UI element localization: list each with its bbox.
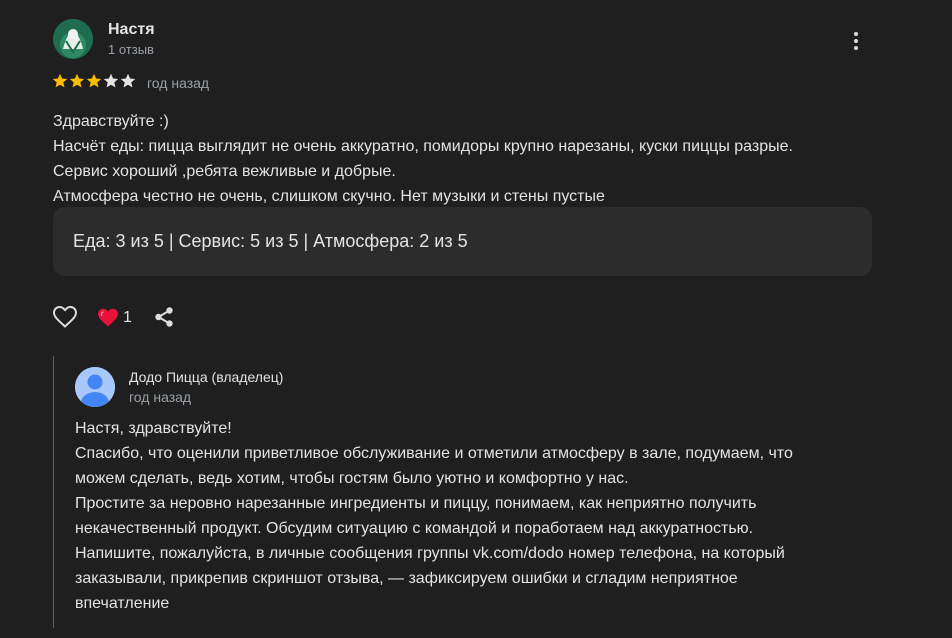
review-text-line: Сервис хороший ,ребята вежливые и добрые… bbox=[53, 163, 396, 180]
owner-avatar[interactable] bbox=[75, 367, 115, 407]
star-empty-icon bbox=[103, 73, 119, 88]
default-user-avatar-icon bbox=[75, 367, 115, 407]
reply-divider bbox=[53, 356, 54, 628]
owner-reply-text: Настя, здравствуйте! Спасибо, что оценил… bbox=[75, 416, 895, 616]
review-text-line: Здравствуйте :) bbox=[53, 113, 169, 130]
heart-reaction-button[interactable] bbox=[97, 308, 119, 327]
reply-text-line: заказывали, прикрепив скриншот отзыва, —… bbox=[75, 570, 738, 587]
review-attributes-text: Еда: 3 из 5 | Сервис: 5 из 5 | Атмосфера… bbox=[73, 231, 468, 251]
reply-text-line: впечатление bbox=[75, 595, 170, 612]
reviewer-avatar[interactable] bbox=[53, 19, 93, 59]
reviewer-review-count: 1 отзыв bbox=[108, 42, 154, 57]
star-filled-icon bbox=[52, 73, 68, 88]
reaction-count: 1 bbox=[123, 309, 132, 326]
heart-outline-icon bbox=[53, 306, 77, 328]
share-icon bbox=[155, 307, 173, 327]
more-vertical-icon bbox=[854, 32, 858, 36]
owner-name: Додо Пицца (владелец) bbox=[129, 369, 284, 385]
star-rating bbox=[52, 73, 136, 89]
reply-text-line: Настя, здравствуйте! bbox=[75, 420, 232, 437]
like-button[interactable] bbox=[52, 305, 78, 329]
review-text-line: Атмосфера честно не очень, слишком скучн… bbox=[53, 188, 605, 205]
review-text-line: Насчёт еды: пицца выглядит не очень акку… bbox=[53, 138, 793, 155]
reviewer-name[interactable]: Настя bbox=[108, 21, 155, 39]
review-time: год назад bbox=[147, 75, 210, 91]
star-filled-icon bbox=[86, 73, 102, 88]
owner-reply-time: год назад bbox=[129, 389, 192, 405]
reply-text-line: можем сделать, ведь хотим, чтобы гостям … bbox=[75, 470, 629, 487]
heart-filled-icon bbox=[98, 308, 118, 327]
reply-text-line: Спасибо, что оценили приветливое обслужи… bbox=[75, 445, 793, 462]
share-button[interactable] bbox=[153, 306, 175, 328]
reply-text-line: Простите за неровно нарезанные ингредиен… bbox=[75, 495, 757, 512]
more-options-button[interactable] bbox=[846, 27, 866, 55]
star-filled-icon bbox=[69, 73, 85, 88]
user-avatar-icon bbox=[53, 19, 93, 59]
reply-text-line: Напишите, пожалуйста, в личные сообщения… bbox=[75, 545, 785, 562]
review-text: Здравствуйте :) Насчёт еды: пицца выгляд… bbox=[53, 109, 893, 209]
star-empty-icon bbox=[120, 73, 136, 88]
reply-text-line: некачественный продукт. Обсудим ситуацию… bbox=[75, 520, 754, 537]
